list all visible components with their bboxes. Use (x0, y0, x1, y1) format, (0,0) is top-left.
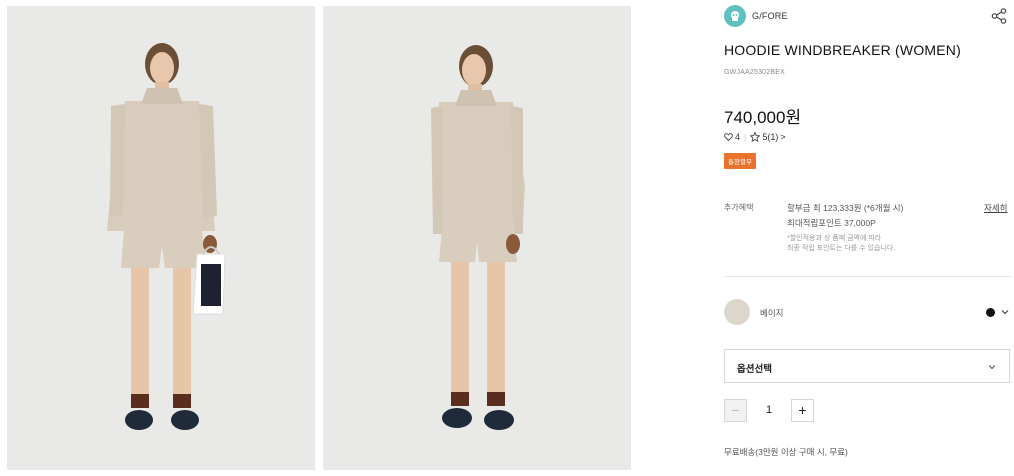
benefit-detail-link[interactable]: 자세히 (984, 202, 1007, 214)
brand-row[interactable]: G/FORE (724, 5, 788, 27)
rating-value: 5(1) (762, 132, 779, 142)
product-title: HOODIE WINDBREAKER (WOMEN) (724, 42, 961, 58)
color-selector[interactable]: 베이지 (724, 299, 1012, 327)
section-divider (724, 276, 1012, 277)
likes-stat[interactable]: 4 (724, 132, 740, 142)
chevron-down-icon[interactable] (1000, 307, 1010, 317)
chevron-down-icon (988, 365, 996, 370)
heart-icon (724, 133, 733, 141)
product-image-2[interactable] (323, 6, 631, 470)
quantity-stepper: − 1 + (724, 398, 814, 422)
star-icon (750, 132, 761, 142)
product-info-panel: G/FORE HOODIE WINDBREAKER (WOMEN) GWJAA2… (724, 0, 1014, 476)
rating-arrow: > (780, 132, 786, 142)
product-image-1[interactable] (7, 6, 315, 470)
shipping-info: 무료배송(3만원 이상 구매 시, 무료) (724, 447, 848, 457)
option-select-label: 옵션선택 (737, 364, 772, 375)
points-note-1: *할인적용과 상 품페 금액에 따라 (787, 235, 882, 242)
rating-stat[interactable]: 5(1) > (750, 132, 786, 142)
option-select[interactable]: 옵션선택 (724, 349, 1010, 383)
quantity-decrease-button[interactable]: − (724, 398, 747, 422)
points-info: 최대적립포인트 37,000P (787, 218, 876, 228)
color-name: 베이지 (760, 308, 784, 318)
quantity-value: 1 (765, 404, 773, 416)
brand-name[interactable]: G/FORE (752, 11, 788, 21)
color-dot-black[interactable] (986, 308, 995, 317)
product-code: GWJAA25302BEX (724, 69, 785, 76)
promo-badge: 통장할부 (724, 153, 756, 169)
stats-separator: | (744, 132, 747, 142)
likes-count: 4 (735, 132, 741, 142)
points-note-2: 최종 적립 포인트는 다를 수 있습니다. (787, 245, 896, 252)
product-stats: 4 | 5(1) > (724, 132, 786, 142)
installment-info: 할부금 최 123,333원 (*6개월 시) (787, 203, 904, 213)
benefit-label: 추가혜택 (724, 203, 754, 212)
share-icon[interactable] (990, 7, 1008, 25)
quantity-increase-button[interactable]: + (791, 398, 814, 422)
product-price: 740,000원 (724, 108, 802, 127)
model-front-illustration (323, 6, 631, 470)
color-swatch-beige[interactable] (724, 299, 750, 325)
brand-logo-icon[interactable] (724, 5, 746, 27)
model-with-bag-illustration (7, 6, 315, 470)
